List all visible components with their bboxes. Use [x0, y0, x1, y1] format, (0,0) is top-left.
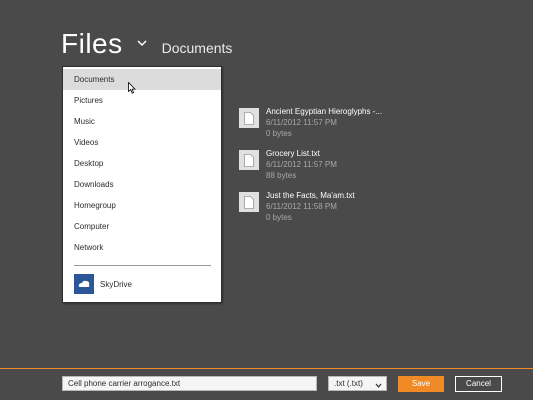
- text-file-icon: [239, 192, 259, 212]
- filetype-select[interactable]: .txt (.txt): [328, 376, 387, 391]
- file-list: Ancient Egyptian Hieroglyphs -... 6/11/2…: [239, 106, 382, 232]
- file-name: Grocery List.txt: [266, 149, 320, 158]
- file-item[interactable]: Just the Facts, Ma'am.txt 6/11/2012 11:5…: [239, 190, 382, 232]
- chevron-down-icon: [375, 380, 382, 393]
- dropdown-item-pictures[interactable]: Pictures: [63, 90, 221, 111]
- file-name: Ancient Egyptian Hieroglyphs -...: [266, 107, 383, 116]
- dropdown-item-downloads[interactable]: Downloads: [63, 174, 221, 195]
- file-size: 0 bytes: [266, 129, 292, 138]
- file-item[interactable]: Grocery List.txt 6/11/2012 11:57 PM 88 b…: [239, 148, 382, 190]
- skydrive-icon: [74, 274, 94, 294]
- filename-input[interactable]: [62, 376, 317, 391]
- file-name: Just the Facts, Ma'am.txt: [266, 191, 355, 200]
- chevron-down-icon[interactable]: [135, 36, 149, 50]
- file-date: 6/11/2012 11:57 PM: [266, 160, 337, 169]
- location-dropdown: Documents Pictures Music Videos Desktop …: [62, 66, 222, 303]
- dropdown-item-homegroup[interactable]: Homegroup: [63, 195, 221, 216]
- current-location: Documents: [161, 40, 233, 56]
- file-size: 88 bytes: [266, 171, 297, 180]
- dropdown-item-videos[interactable]: Videos: [63, 132, 221, 153]
- filetype-value: .txt (.txt): [334, 379, 363, 388]
- save-button[interactable]: Save: [398, 376, 444, 392]
- page-title: Files: [61, 28, 123, 59]
- skydrive-label: SkyDrive: [100, 279, 133, 289]
- dropdown-item-documents[interactable]: Documents: [63, 69, 221, 90]
- file-item[interactable]: Ancient Egyptian Hieroglyphs -... 6/11/2…: [239, 106, 382, 148]
- dropdown-item-computer[interactable]: Computer: [63, 216, 221, 237]
- file-date: 6/11/2012 11:57 PM: [266, 118, 337, 127]
- dropdown-item-skydrive[interactable]: SkyDrive: [63, 273, 221, 295]
- header: Files Documents: [61, 28, 232, 64]
- dropdown-item-desktop[interactable]: Desktop: [63, 153, 221, 174]
- dropdown-item-network[interactable]: Network: [63, 237, 221, 258]
- file-size: 0 bytes: [266, 213, 292, 222]
- file-date: 6/11/2012 11:58 PM: [266, 202, 337, 211]
- mouse-cursor-icon: [128, 81, 136, 99]
- text-file-icon: [239, 108, 259, 128]
- dropdown-item-music[interactable]: Music: [63, 111, 221, 132]
- cancel-button[interactable]: Cancel: [455, 376, 502, 392]
- dropdown-divider: [74, 265, 211, 266]
- text-file-icon: [239, 150, 259, 170]
